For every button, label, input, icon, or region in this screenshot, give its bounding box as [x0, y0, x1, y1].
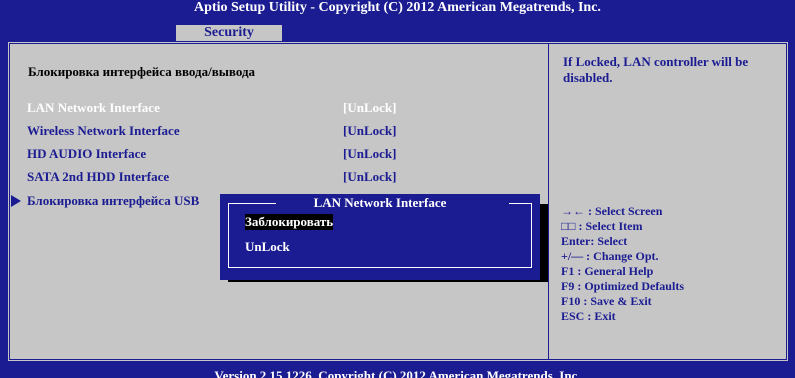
key-change-opt: +/— : Change Opt. [561, 249, 659, 263]
popup-title: LAN Network Interface [313, 195, 447, 210]
setting-row-sata[interactable]: SATA 2nd HDD Interface [UnLock] [8, 169, 548, 187]
key-enter: Enter: Select [561, 234, 628, 248]
status-bar: Version 2.15.1226. Copyright (C) 2012 Am… [0, 362, 795, 378]
popup-option-unlock[interactable]: UnLock [245, 239, 290, 255]
setting-value[interactable]: [UnLock] [343, 100, 396, 116]
key-exit: ESC : Exit [561, 309, 616, 323]
key-general-help: F1 : General Help [561, 264, 654, 278]
popup-option-lock[interactable]: Заблокировать [245, 214, 334, 230]
tab-security[interactable]: Security [176, 25, 282, 41]
setting-value[interactable]: [UnLock] [343, 123, 396, 139]
key-select-item: □□ : Select Item [561, 219, 643, 233]
setting-label: HD AUDIO Interface [27, 146, 147, 161]
setting-value[interactable]: [UnLock] [343, 146, 396, 162]
help-panel: If Locked, LAN controller will be disabl… [549, 42, 789, 361]
submenu-arrow-icon [11, 195, 21, 207]
setting-row-lan[interactable]: LAN Network Interface [UnLock] [8, 100, 548, 118]
setting-value[interactable]: [UnLock] [343, 169, 396, 185]
setting-row-hd-audio[interactable]: HD AUDIO Interface [UnLock] [8, 146, 548, 164]
key-save-exit: F10 : Save & Exit [561, 294, 652, 308]
popup-border [228, 203, 532, 268]
key-legend: →← : Select Screen □□ : Select Item Ente… [561, 204, 684, 324]
setting-label: LAN Network Interface [27, 100, 160, 115]
key-optimized-defaults: F9 : Optimized Defaults [561, 279, 684, 293]
key-select-screen: →← : Select Screen [561, 204, 663, 218]
setting-label: SATA 2nd HDD Interface [27, 169, 170, 184]
setting-label: Блокировка интерфейса USB [27, 193, 200, 208]
version-text: Version 2.15.1226. Copyright (C) 2012 Am… [214, 368, 581, 378]
setting-row-wireless[interactable]: Wireless Network Interface [UnLock] [8, 123, 548, 141]
title-bar: Aptio Setup Utility - Copyright (C) 2012… [0, 0, 795, 28]
option-popup: LAN Network Interface Заблокировать UnLo… [220, 194, 540, 280]
help-text: If Locked, LAN controller will be disabl… [563, 54, 749, 85]
app-title: Aptio Setup Utility - Copyright (C) 2012… [194, 0, 601, 15]
section-title: Блокировка интерфейса ввода/вывода [28, 64, 256, 79]
setting-label: Wireless Network Interface [27, 123, 180, 138]
